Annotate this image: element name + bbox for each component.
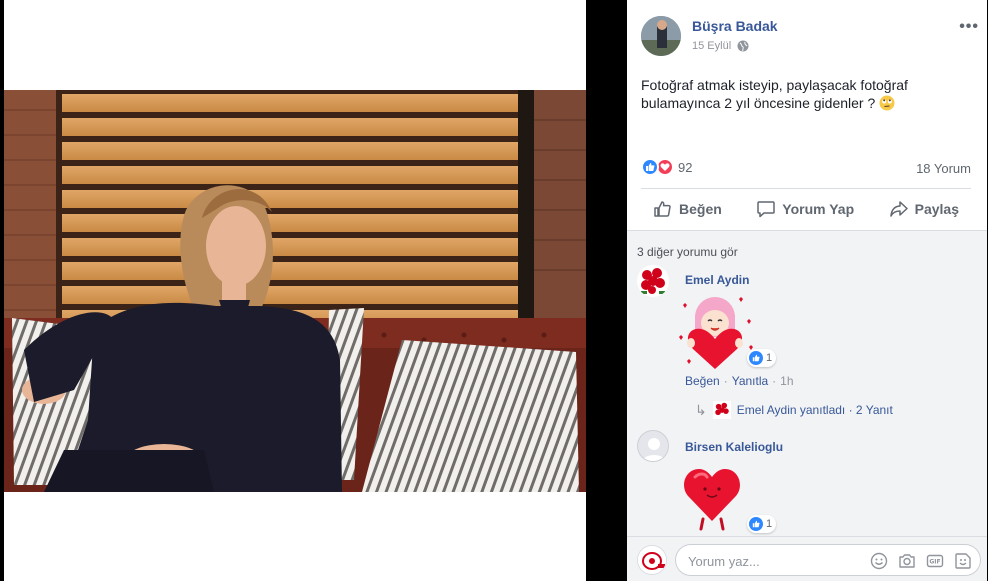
emoji-icon[interactable] [870, 552, 888, 570]
commenter-avatar[interactable] [637, 430, 669, 462]
share-button[interactable]: Paylaş [877, 195, 971, 223]
share-label: Paylaş [914, 201, 959, 217]
like-button[interactable]: Beğen [641, 195, 734, 223]
thumbs-up-icon [654, 201, 671, 217]
divider [641, 188, 971, 189]
globe-icon [737, 40, 749, 52]
rolling-eyes-emoji-icon [879, 95, 895, 111]
photo-viewer [4, 0, 586, 581]
sticker-icon[interactable] [954, 552, 972, 570]
comment-like-link[interactable]: Beğen [685, 374, 720, 388]
comment-input-box[interactable]: GIF [675, 544, 981, 576]
commenter-name[interactable]: Emel Aydin [685, 273, 749, 287]
comment-reaction-count[interactable]: 1 [747, 515, 777, 533]
comment-actions: Beğen · Yanıtla · 1h [685, 374, 794, 388]
composer-icons: GIF [870, 552, 972, 570]
like-reaction-icon [749, 517, 763, 531]
commenter-avatar[interactable] [637, 265, 669, 297]
comment-time[interactable]: 1h [780, 374, 793, 388]
post-header: Büşra Badak 15 Eylül ••• [641, 16, 981, 60]
reaction-summary[interactable]: 92 [641, 157, 692, 177]
comment-reply-link[interactable]: Yanıtla [732, 374, 768, 388]
like-label: Beğen [679, 201, 722, 217]
author-name[interactable]: Büşra Badak [692, 18, 778, 34]
post-meta: 15 Eylül [692, 40, 749, 52]
comment-icon [757, 201, 776, 218]
replies-link[interactable]: ↳ Emel Aydin yanıtladı · 2 Yanıt [695, 401, 893, 419]
svg-text:GIF: GIF [929, 559, 940, 566]
comment-reaction-count[interactable]: 1 [747, 349, 777, 367]
comment-input[interactable] [688, 551, 838, 571]
post-photo[interactable] [4, 90, 586, 492]
reaction-count: 92 [678, 159, 693, 175]
post-text: Fotoğraf atmak isteyip, paylaşacak fotoğ… [641, 76, 961, 112]
comment-composer: GIF [627, 536, 987, 581]
like-reaction-icon [641, 158, 659, 176]
pink-hair-girl-heart-sticker[interactable] [675, 291, 757, 373]
comment-reaction-number: 1 [766, 518, 773, 530]
author-avatar[interactable] [641, 16, 681, 56]
see-more-comments-link[interactable]: 3 diğer yorumu gör [637, 245, 738, 259]
like-reaction-icon [749, 351, 763, 365]
share-icon [889, 201, 908, 217]
reply-avatar [712, 401, 731, 419]
separator-dot: · [772, 374, 777, 388]
post-side-panel: Büşra Badak 15 Eylül ••• Fotoğraf atmak … [627, 0, 987, 581]
comments-section: 3 diğer yorumu gör Emel Aydin 1 Beğen · … [627, 230, 987, 536]
comment-reaction-number: 1 [766, 352, 773, 364]
reply-arrow-icon: ↳ [695, 401, 707, 418]
more-icon[interactable]: ••• [959, 18, 979, 36]
gif-icon[interactable]: GIF [926, 552, 944, 570]
commenter-name[interactable]: Birsen Kalelioglu [685, 440, 783, 454]
post-date[interactable]: 15 Eylül [692, 40, 731, 52]
red-heart-character-sticker[interactable] [679, 463, 745, 531]
comment-count[interactable]: 18 Yorum [916, 161, 971, 176]
camera-icon[interactable] [898, 552, 916, 570]
replies-summary: Emel Aydin yanıtladı · 2 Yanıt [736, 403, 893, 417]
separator-dot: · [723, 374, 728, 388]
comment-label: Yorum Yap [782, 201, 855, 217]
current-user-avatar[interactable] [637, 545, 667, 575]
comment-button[interactable]: Yorum Yap [744, 195, 866, 223]
post-actions: Beğen Yorum Yap Paylaş [641, 192, 971, 226]
post-text-content: Fotoğraf atmak isteyip, paylaşacak fotoğ… [641, 77, 908, 111]
